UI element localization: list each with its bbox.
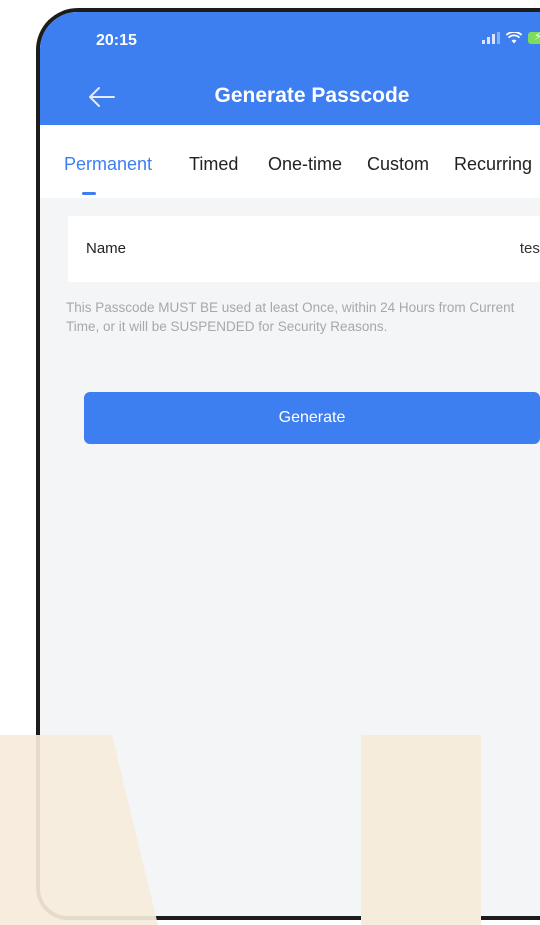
active-tab-indicator: [82, 192, 96, 195]
signal-icon: [482, 32, 500, 44]
wifi-icon: [506, 32, 522, 44]
tab-timed[interactable]: Timed: [189, 154, 238, 175]
generate-button[interactable]: Generate: [84, 392, 540, 444]
decorative-shape-left-overlay: [0, 735, 158, 925]
passcode-notice: This Passcode MUST BE used at least Once…: [66, 300, 515, 334]
page-title: Generate Passcode: [214, 84, 410, 107]
tab-recurring[interactable]: Recurring: [454, 154, 532, 175]
status-icons: [482, 30, 540, 44]
app-header: 20:15 Generate Passcode: [40, 12, 540, 125]
name-field[interactable]: Name test: [68, 216, 540, 282]
decorative-shape-right: [361, 735, 481, 925]
tab-permanent[interactable]: Permanent: [64, 154, 152, 175]
status-time: 20:15: [96, 32, 137, 49]
tab-custom[interactable]: Custom: [367, 154, 429, 175]
passcode-type-tabs: Permanent Timed One-time Custom Recurrin…: [40, 125, 540, 198]
name-value[interactable]: test: [520, 240, 540, 257]
battery-icon: [528, 30, 540, 44]
tab-one-time[interactable]: One-time: [268, 154, 342, 175]
name-label: Name: [86, 240, 127, 257]
